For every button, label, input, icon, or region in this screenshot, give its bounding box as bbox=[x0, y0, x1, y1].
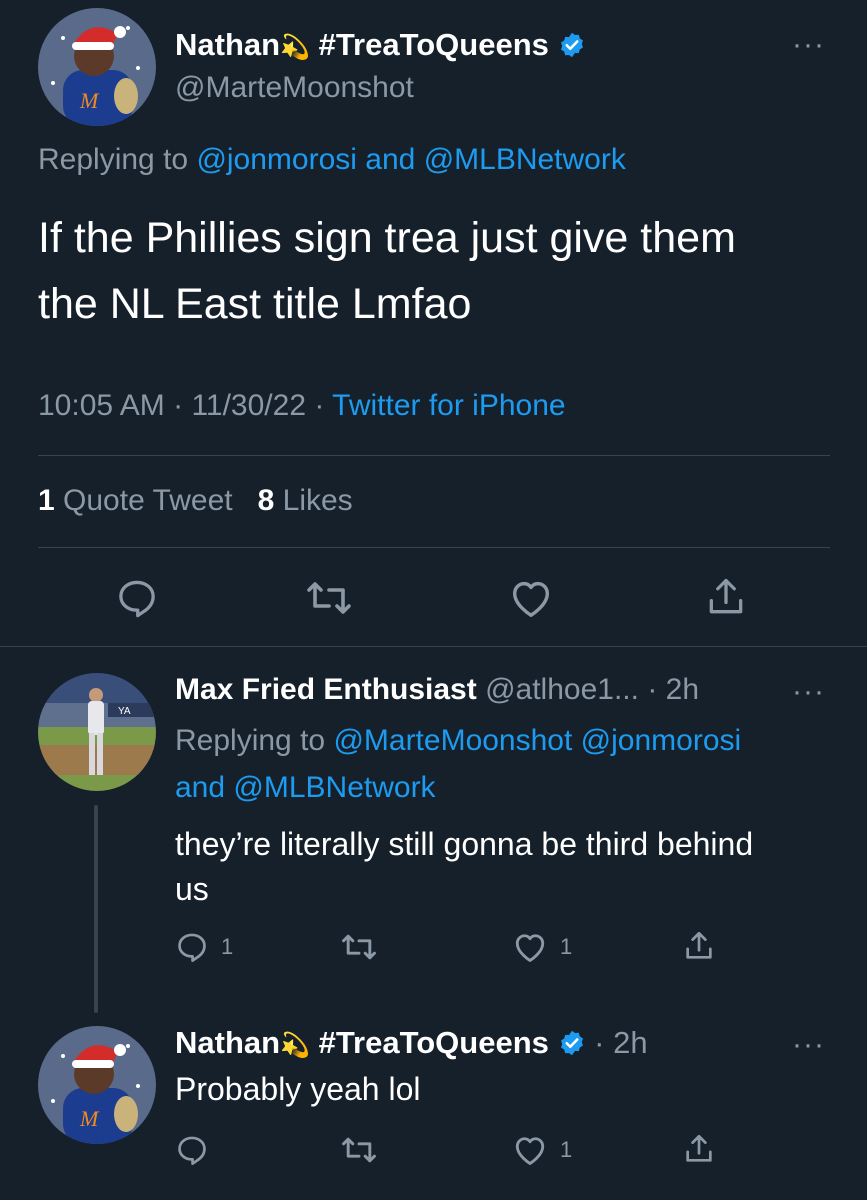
like-count: 1 bbox=[560, 934, 573, 959]
quote-label: Quote Tweet bbox=[63, 484, 233, 517]
meta-separator: · bbox=[314, 389, 325, 422]
reply-text: Probably yeah lol bbox=[175, 1071, 421, 1107]
replying-to-line: Replying to @MarteMoonshot @jonmorosi an… bbox=[175, 717, 741, 811]
tweet-source-link[interactable]: Twitter for iPhone bbox=[332, 389, 565, 422]
like-button[interactable]: 1 bbox=[512, 930, 572, 964]
verified-badge-icon bbox=[558, 30, 586, 68]
author-handle[interactable]: @MarteMoonshot bbox=[175, 70, 414, 106]
tweet-meta: 10:05 AM · 11/30/22 · Twitter for iPhone bbox=[38, 388, 566, 424]
reply-button[interactable]: 1 bbox=[175, 930, 233, 964]
replying-prefix: Replying to bbox=[175, 724, 334, 757]
mention-jonmorosi[interactable]: @jonmorosi bbox=[581, 724, 742, 757]
share-icon bbox=[686, 931, 712, 959]
quote-count: 1 bbox=[38, 484, 55, 517]
reply-icon bbox=[178, 933, 206, 962]
tweet-text-line: If the Phillies sign trea just give them bbox=[38, 214, 736, 262]
reply-author-hashtag[interactable]: #TreaToQueens bbox=[319, 1025, 549, 1060]
more-options-icon[interactable]: ··· bbox=[792, 1030, 825, 1060]
share-button[interactable] bbox=[682, 928, 716, 964]
like-button[interactable] bbox=[508, 576, 554, 620]
engagement-stats: 1 Quote Tweet 8 Likes bbox=[38, 483, 353, 519]
reply-icon bbox=[119, 580, 155, 618]
quote-tweet-stat[interactable]: 1 Quote Tweet bbox=[38, 484, 233, 517]
replying-prefix: Replying to bbox=[38, 143, 197, 176]
mention-mlbnetwork[interactable]: @MLBNetwork bbox=[233, 771, 435, 804]
avatar[interactable]: M bbox=[38, 1026, 156, 1144]
author-hashtag[interactable]: #TreaToQueens bbox=[319, 27, 549, 62]
svg-text:M: M bbox=[79, 1106, 100, 1131]
reply-text: they’re literally still gonna be third b… bbox=[175, 822, 753, 912]
divider bbox=[38, 455, 830, 456]
likes-stat[interactable]: 8 Likes bbox=[258, 484, 353, 517]
author-name[interactable]: Nathan bbox=[175, 27, 280, 62]
dizzy-emoji: 💫 bbox=[280, 34, 310, 61]
reply-text-line: us bbox=[175, 871, 209, 907]
heart-icon bbox=[515, 1137, 545, 1165]
retweet-button[interactable] bbox=[340, 1133, 378, 1167]
reply-count: 1 bbox=[221, 934, 234, 959]
tweet-time[interactable]: 10:05 AM bbox=[38, 389, 165, 422]
share-icon bbox=[709, 578, 743, 614]
more-options-icon[interactable]: ··· bbox=[792, 30, 825, 60]
reply-header: Nathan💫 #TreaToQueens · 2h bbox=[175, 1024, 648, 1066]
like-count: 8 bbox=[257, 484, 275, 517]
reply-author-name[interactable]: Nathan bbox=[175, 1025, 280, 1060]
verified-badge-icon bbox=[558, 1028, 586, 1066]
replying-to-line: Replying to @jonmorosi and @MLBNetwork bbox=[38, 142, 626, 178]
mention-martemoonshot[interactable]: @MarteMoonshot bbox=[333, 724, 572, 757]
tweet-date[interactable]: 11/30/22 bbox=[191, 389, 306, 422]
retweet-icon bbox=[307, 582, 351, 614]
share-button[interactable] bbox=[704, 574, 748, 620]
share-icon bbox=[686, 1134, 712, 1162]
replying-and: and bbox=[175, 771, 234, 804]
reply-author-handle[interactable]: @atlhoe1... bbox=[485, 673, 639, 706]
svg-text:M: M bbox=[79, 88, 100, 113]
reply-text-line: they’re literally still gonna be third b… bbox=[175, 826, 754, 862]
reply-author-name[interactable]: Max Fried Enthusiast bbox=[175, 673, 477, 706]
tweet-text-line: the NL East title Lmfao bbox=[38, 280, 472, 328]
heart-icon bbox=[515, 934, 545, 962]
more-options-icon[interactable]: ··· bbox=[792, 677, 825, 707]
reply-button[interactable] bbox=[175, 1133, 209, 1167]
retweet-icon bbox=[342, 934, 376, 960]
reply-icon bbox=[178, 1136, 206, 1165]
meta-separator: · bbox=[173, 389, 184, 422]
retweet-button[interactable] bbox=[305, 576, 353, 620]
reply-header: Max Fried Enthusiast @atlhoe1... · 2h bbox=[175, 671, 699, 709]
replying-and: and bbox=[356, 143, 424, 176]
mention-jonmorosi[interactable]: @jonmorosi bbox=[196, 143, 357, 176]
svg-text:YA: YA bbox=[118, 706, 131, 717]
like-count: 1 bbox=[560, 1137, 573, 1162]
like-button[interactable]: 1 bbox=[512, 1133, 572, 1167]
likes-label: Likes bbox=[282, 484, 353, 517]
tweet-text: If the Phillies sign trea just give them… bbox=[38, 205, 736, 337]
retweet-icon bbox=[342, 1137, 376, 1163]
mention-mlbnetwork[interactable]: @MLBNetwork bbox=[424, 143, 626, 176]
avatar[interactable]: YA bbox=[38, 673, 156, 791]
retweet-button[interactable] bbox=[340, 930, 378, 964]
thread-line bbox=[94, 805, 98, 1013]
divider bbox=[0, 646, 867, 647]
share-button[interactable] bbox=[682, 1131, 716, 1167]
avatar[interactable]: M bbox=[38, 8, 156, 126]
divider bbox=[38, 547, 830, 548]
reply-time[interactable]: · 2h bbox=[647, 673, 699, 706]
reply-time[interactable]: · 2h bbox=[594, 1025, 647, 1060]
author-name-row: Nathan💫 #TreaToQueens bbox=[175, 26, 586, 68]
heart-icon bbox=[512, 581, 550, 617]
dizzy-emoji: 💫 bbox=[280, 1032, 310, 1059]
reply-button[interactable] bbox=[115, 576, 159, 620]
